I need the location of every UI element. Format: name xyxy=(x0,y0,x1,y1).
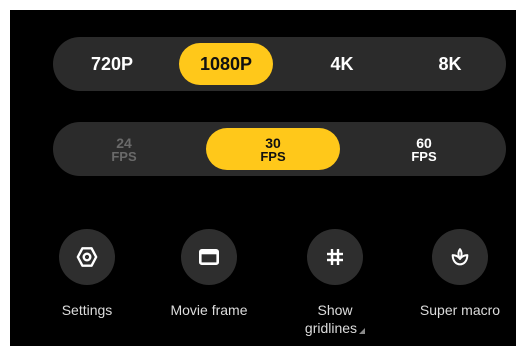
fps-unit: FPS xyxy=(411,148,437,164)
fps-option-30[interactable]: 30 FPS xyxy=(206,128,340,170)
grid-icon xyxy=(327,249,343,265)
resolution-option-8k[interactable]: 8K xyxy=(403,43,497,85)
movie-frame-button[interactable]: Movie frame xyxy=(146,229,272,339)
super-macro-button-circle[interactable] xyxy=(432,229,488,285)
show-gridlines-label-line2: gridlines xyxy=(304,320,358,336)
fps-option-60[interactable]: 60 FPS xyxy=(359,128,489,170)
fps-unit: FPS xyxy=(260,148,286,164)
fps-unit: FPS xyxy=(111,148,137,164)
camera-video-settings-panel: 720P 1080P 4K 8K 24 FPS 30 FPS 60 FPS Se… xyxy=(10,10,516,346)
fps-value: 24 xyxy=(116,134,132,151)
macro-flower-icon xyxy=(451,248,469,266)
resolution-selector: 720P 1080P 4K 8K xyxy=(53,37,506,91)
settings-button-circle[interactable] xyxy=(59,229,115,285)
show-gridlines-label-line1: Show xyxy=(317,302,353,318)
resolution-option-720p[interactable]: 720P xyxy=(65,43,159,85)
movie-frame-button-circle[interactable] xyxy=(181,229,237,285)
fps-option-24[interactable]: 24 FPS xyxy=(64,128,184,170)
resolution-option-4k[interactable]: 4K xyxy=(295,43,389,85)
resolution-option-1080p[interactable]: 1080P xyxy=(179,43,273,85)
frame-rate-selector: 24 FPS 30 FPS 60 FPS xyxy=(53,122,506,176)
show-gridlines-label: Show gridlines xyxy=(275,301,395,337)
super-macro-button[interactable]: Super macro xyxy=(397,229,516,339)
show-gridlines-button-circle[interactable] xyxy=(307,229,363,285)
fps-value: 30 xyxy=(265,134,281,151)
show-gridlines-button[interactable]: Show gridlines xyxy=(272,229,398,339)
settings-label: Settings xyxy=(61,302,113,318)
settings-icon xyxy=(76,247,98,267)
expand-corner-icon xyxy=(359,328,366,334)
movie-frame-icon xyxy=(199,249,219,265)
super-macro-label: Super macro xyxy=(419,302,501,318)
fps-value: 60 xyxy=(416,134,432,151)
settings-button[interactable]: Settings xyxy=(24,229,150,339)
movie-frame-label: Movie frame xyxy=(170,302,248,318)
